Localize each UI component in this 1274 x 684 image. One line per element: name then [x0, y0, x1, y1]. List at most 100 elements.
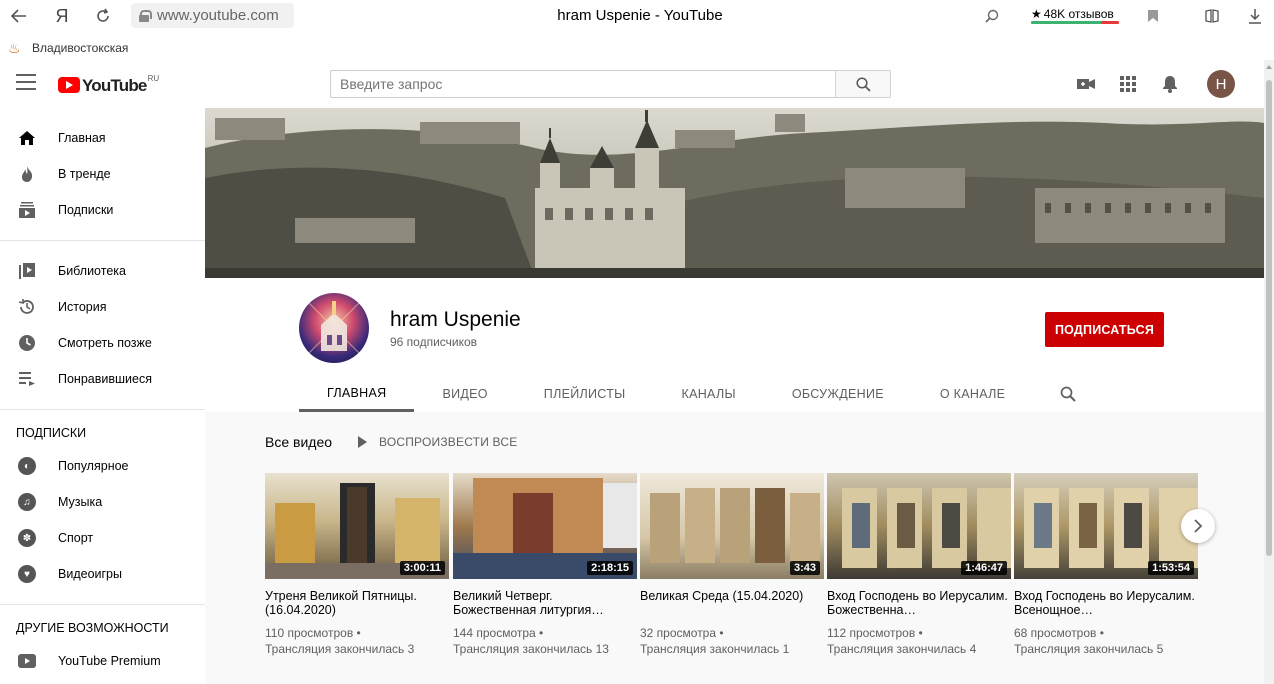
youtube-header: YouTube RU Н	[0, 60, 1264, 108]
video-card[interactable]: 2:18:15 Великий Четверг. Божественная ли…	[453, 473, 637, 657]
star-icon: ★	[1031, 7, 1042, 21]
channel-avatar[interactable]	[299, 293, 369, 363]
bookmark-icon[interactable]	[1140, 4, 1166, 28]
sidebar-item-trending[interactable]: В тренде	[0, 156, 205, 192]
apps-grid-icon[interactable]	[1116, 72, 1140, 96]
flame-icon	[16, 163, 38, 185]
create-video-icon[interactable]	[1074, 72, 1098, 96]
play-all-label: ВОСПРОИЗВЕСТИ ВСЕ	[379, 435, 518, 449]
sidebar-item-label: Видеоигры	[58, 567, 122, 581]
channel-search-icon[interactable]	[1033, 376, 1103, 412]
sidebar-item-label: YouTube Premium	[58, 654, 161, 668]
search-zoom-icon[interactable]	[979, 4, 1005, 28]
video-views: 68 просмотров •	[1014, 626, 1104, 640]
reload-icon[interactable]	[90, 4, 116, 28]
sidebar-item-sport[interactable]: ✽ Спорт	[0, 520, 205, 556]
tab-home[interactable]: ГЛАВНАЯ	[299, 376, 415, 412]
browser-window: Я www.youtube.com hram Uspenie - YouTube…	[0, 0, 1274, 684]
yandex-icon[interactable]: Я	[49, 4, 75, 28]
download-icon[interactable]	[1242, 4, 1268, 28]
video-title[interactable]: Великий Четверг. Божественная литургия…	[453, 589, 637, 617]
sidebar-item-label: Смотреть позже	[58, 336, 152, 350]
video-status: Трансляция закончилась 5	[1014, 642, 1164, 656]
playlist-icon	[16, 368, 38, 390]
video-title[interactable]: Утреня Великой Пятницы. (16.04.2020)	[265, 589, 449, 617]
search-button[interactable]	[835, 70, 891, 98]
menu-icon[interactable]	[16, 74, 36, 90]
url-text: www.youtube.com	[157, 7, 279, 24]
sidebar-item-history[interactable]: История	[0, 289, 205, 325]
tab-about[interactable]: О КАНАЛЕ	[912, 376, 1033, 412]
search-icon	[855, 76, 871, 92]
sidebar-item-label: Музыка	[58, 495, 103, 509]
subscriptions-icon	[16, 199, 38, 221]
extensions-icon[interactable]	[1199, 4, 1225, 28]
video-card[interactable]: 3:00:11 Утреня Великой Пятницы. (16.04.2…	[265, 473, 449, 657]
bookmark-item[interactable]: Владивостокская	[32, 41, 128, 55]
youtube-logo[interactable]: YouTube RU	[58, 74, 159, 96]
scrollbar-thumb[interactable]	[1266, 80, 1272, 556]
browser-toolbar: Я www.youtube.com hram Uspenie - YouTube…	[0, 0, 1274, 33]
sport-icon: ✽	[16, 527, 38, 549]
subscriptions-heading: ПОДПИСКИ	[16, 426, 87, 440]
subscribe-button[interactable]: ПОДПИСАТЬСЯ	[1045, 312, 1164, 347]
more-heading: ДРУГИЕ ВОЗМОЖНОСТИ	[16, 621, 169, 635]
tab-videos[interactable]: ВИДЕО	[414, 376, 515, 412]
video-title[interactable]: Вход Господень во Иерусалим. Божественна…	[827, 589, 1011, 617]
back-arrow-icon[interactable]	[6, 4, 32, 28]
video-duration: 3:00:11	[399, 561, 445, 575]
history-icon	[16, 296, 38, 318]
video-thumbnail[interactable]: 1:53:54	[1014, 473, 1198, 579]
sidebar-item-home[interactable]: Главная	[0, 120, 205, 156]
carousel-next-button[interactable]	[1181, 509, 1215, 543]
channel-header: hram Uspenie 96 подписчиков ПОДПИСАТЬСЯ …	[205, 278, 1264, 412]
video-duration: 3:43	[789, 561, 820, 575]
section-title[interactable]: Все видео	[265, 434, 332, 450]
video-card[interactable]: 3:43 Великая Среда (15.04.2020) 32 просм…	[640, 473, 824, 657]
library-icon	[16, 260, 38, 282]
sidebar-item-gaming[interactable]: ♥ Видеоигры	[0, 556, 205, 592]
play-all-button[interactable]: ВОСПРОИЗВЕСТИ ВСЕ	[358, 435, 517, 449]
video-thumbnail[interactable]: 1:46:47	[827, 473, 1011, 579]
tab-discussion[interactable]: ОБСУЖДЕНИЕ	[764, 376, 912, 412]
channel-name: hram Uspenie	[390, 308, 521, 331]
gaming-icon: ♥	[16, 563, 38, 585]
sidebar-divider	[0, 240, 205, 241]
video-views: 144 просмотра •	[453, 626, 544, 640]
video-thumbnail[interactable]: 2:18:15	[453, 473, 637, 579]
sidebar-item-watch-later[interactable]: Смотреть позже	[0, 325, 205, 361]
sidebar-item-label: Понравившиеся	[58, 372, 152, 386]
sidebar-item-label: Главная	[58, 131, 106, 145]
view-count: 68 просмотров	[1014, 626, 1097, 640]
video-card[interactable]: 1:53:54 Вход Господень во Иерусалим. Все…	[1014, 473, 1198, 657]
page-scrollbar[interactable]	[1264, 60, 1274, 684]
scroll-up-arrow-icon[interactable]	[1266, 65, 1272, 69]
sidebar-divider	[0, 604, 205, 605]
banner-image	[205, 108, 1264, 278]
sidebar-item-youtube-premium[interactable]: YouTube Premium	[0, 643, 205, 679]
reviews-rating-bar	[1031, 21, 1119, 24]
address-bar[interactable]: www.youtube.com	[131, 3, 294, 28]
tab-channels[interactable]: КАНАЛЫ	[654, 376, 764, 412]
logo-region: RU	[147, 74, 160, 83]
logo-text: YouTube	[82, 76, 147, 95]
sidebar-item-popular[interactable]: ◐ Популярное	[0, 448, 205, 484]
notifications-bell-icon[interactable]	[1158, 72, 1182, 96]
video-title[interactable]: Вход Господень во Иерусалим. Всенощное…	[1014, 589, 1198, 617]
video-thumbnail[interactable]: 3:43	[640, 473, 824, 579]
video-title[interactable]: Великая Среда (15.04.2020)	[640, 589, 824, 617]
sidebar-item-liked[interactable]: Понравившиеся	[0, 361, 205, 397]
popular-icon: ◐	[16, 455, 38, 477]
sidebar-item-label: Популярное	[58, 459, 129, 473]
sidebar-item-subscriptions[interactable]: Подписки	[0, 192, 205, 228]
sidebar-item-music[interactable]: ♫ Музыка	[0, 484, 205, 520]
user-avatar[interactable]: Н	[1207, 70, 1235, 98]
search-input[interactable]	[330, 70, 835, 98]
video-thumbnail[interactable]: 3:00:11	[265, 473, 449, 579]
sidebar-item-label: История	[58, 300, 107, 314]
youtube-play-icon	[58, 77, 80, 93]
video-card[interactable]: 1:46:47 Вход Господень во Иерусалим. Бож…	[827, 473, 1011, 657]
tab-playlists[interactable]: ПЛЕЙЛИСТЫ	[516, 376, 654, 412]
sidebar-item-library[interactable]: Библиотека	[0, 253, 205, 289]
reviews-text: 48K отзывов	[1043, 7, 1114, 21]
